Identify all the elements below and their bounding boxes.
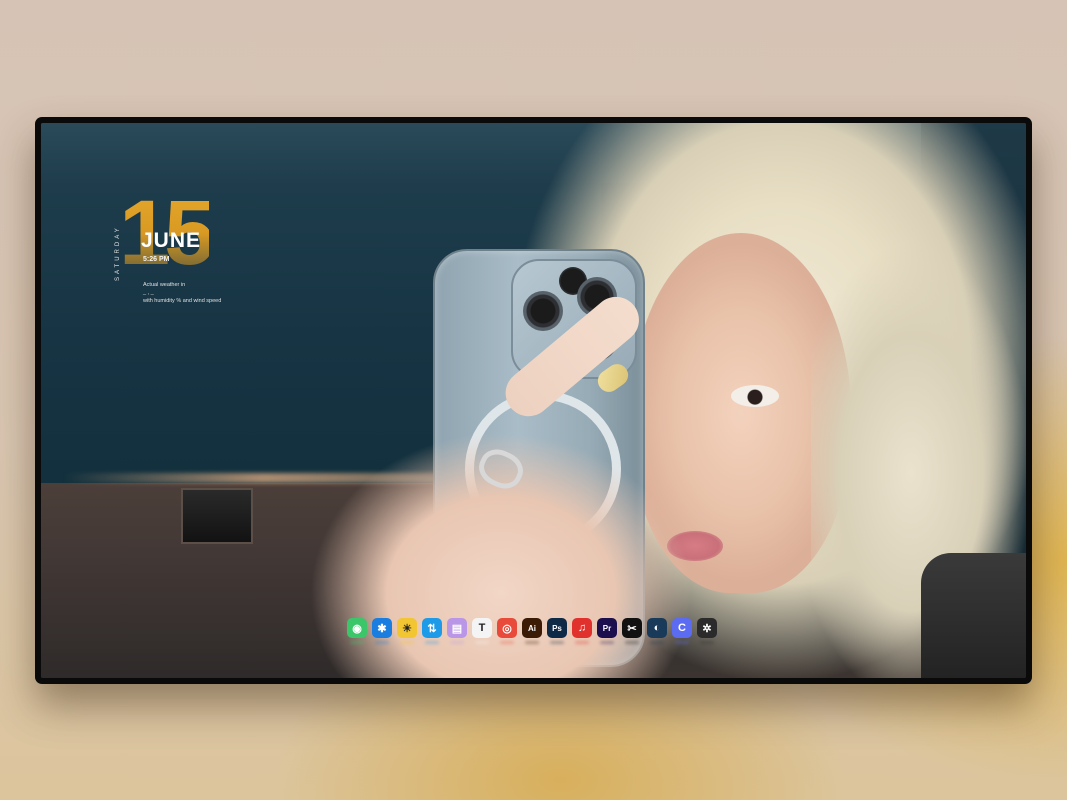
stickies-glyph: ☀ bbox=[402, 622, 412, 635]
wallpaper-lens bbox=[523, 291, 563, 331]
premiere-glyph: Pr bbox=[602, 623, 612, 633]
widget-month: JUNE bbox=[141, 229, 202, 252]
wallpaper-cabinet bbox=[181, 488, 253, 544]
netease-music-glyph: ♫ bbox=[577, 622, 587, 634]
browser-c-icon[interactable]: C bbox=[672, 618, 692, 638]
widget-weekday: SATURDAY bbox=[115, 225, 121, 281]
weather-line: _ , _ bbox=[143, 290, 154, 296]
star-app-glyph: ✱ bbox=[377, 622, 387, 635]
transfer-app-glyph: ⇅ bbox=[427, 622, 437, 635]
date-time-widget[interactable]: 15 SATURDAY JUNE 5:26 PM Actual weather … bbox=[115, 187, 319, 307]
chrome-glyph: ◎ bbox=[502, 622, 512, 635]
photoshop-glyph: Ps bbox=[552, 623, 562, 633]
netease-music-icon[interactable]: ♫ bbox=[572, 618, 592, 638]
weather-line: with humidity % and wind speed bbox=[143, 298, 222, 304]
illustrator-glyph: Ai bbox=[528, 623, 536, 633]
steam-glyph: ◐ bbox=[653, 622, 661, 634]
wallpaper-sweater bbox=[921, 553, 1026, 678]
photoshop-icon[interactable]: Ps bbox=[547, 618, 567, 638]
steam-icon[interactable]: ◐ bbox=[647, 618, 667, 638]
widget-time: 5:26 PM bbox=[143, 256, 170, 263]
desktop-wallpaper: 15 SATURDAY JUNE 5:26 PM Actual weather … bbox=[41, 123, 1026, 678]
typora-glyph: T bbox=[478, 622, 486, 634]
stickies-icon[interactable]: ☀ bbox=[397, 618, 417, 638]
capcut-glyph: ✂ bbox=[627, 622, 637, 635]
premiere-icon[interactable]: Pr bbox=[597, 618, 617, 638]
aperture-icon[interactable]: ✲ bbox=[697, 618, 717, 638]
star-app-icon[interactable]: ✱ bbox=[372, 618, 392, 638]
dock: ◉ ✱ ☀ ⇅ ▤ T ◎ Ai Ps ♫ Pr ✂ ◐ C ✲ bbox=[347, 615, 717, 641]
notes-app-icon[interactable]: ▤ bbox=[447, 618, 467, 638]
browser-c-glyph: C bbox=[678, 622, 686, 634]
wallpaper-eye bbox=[731, 385, 779, 407]
capcut-icon[interactable]: ✂ bbox=[622, 618, 642, 638]
aperture-glyph: ✲ bbox=[702, 622, 712, 635]
chrome-icon[interactable]: ◎ bbox=[497, 618, 517, 638]
notes-app-glyph: ▤ bbox=[451, 622, 463, 635]
illustrator-icon[interactable]: Ai bbox=[522, 618, 542, 638]
wechat-glyph: ◉ bbox=[352, 622, 362, 635]
transfer-app-icon[interactable]: ⇅ bbox=[422, 618, 442, 638]
weather-line: Actual weather in bbox=[143, 282, 186, 288]
wechat-icon[interactable]: ◉ bbox=[347, 618, 367, 638]
monitor-frame: 15 SATURDAY JUNE 5:26 PM Actual weather … bbox=[35, 117, 1032, 684]
typora-icon[interactable]: T bbox=[472, 618, 492, 638]
widget-weather: Actual weather in _ , _ with humidity % … bbox=[143, 281, 283, 305]
